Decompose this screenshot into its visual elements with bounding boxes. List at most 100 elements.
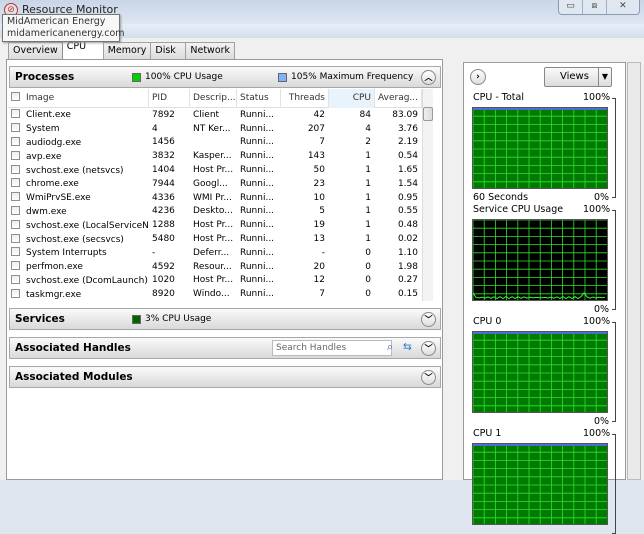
cell-threads: 12 — [313, 275, 325, 286]
row-checkbox[interactable] — [11, 123, 20, 133]
table-row[interactable]: svchost.exe (secsvcs) 5480 Host Pr... Runni… — [8, 232, 433, 246]
cell-description: Host Pr... — [193, 275, 234, 286]
cell-description: NT Ker... — [193, 123, 231, 134]
select-all-checkbox[interactable] — [11, 91, 20, 101]
row-checkbox[interactable] — [11, 261, 20, 271]
cell-cpu: 0 — [365, 247, 371, 258]
table-row[interactable]: avp.exe 3832 Kasper... Runni... 143 1 0.54 — [8, 149, 433, 163]
graph-title: CPU 1 — [473, 428, 502, 439]
graph-plot — [472, 443, 607, 526]
row-checkbox[interactable] — [11, 274, 20, 284]
table-row[interactable]: System Interrupts - Deferr... Runni... -0 1.1… — [8, 246, 433, 260]
collapse-chevron-icon[interactable]: ︿ — [421, 70, 436, 85]
table-row[interactable]: WmiPrvSE.exe 4336 WMI Pr... Runni... 10 1 0.95 — [8, 191, 433, 205]
processes-header[interactable]: Processes 100% CPU Usage 105% Maximum Fr… — [9, 66, 441, 88]
cell-pid: 1404 — [152, 165, 175, 176]
cell-status: Runni... — [240, 109, 275, 120]
maximize-button[interactable]: ⧈ — [583, 0, 607, 14]
cell-average-cpu: 1.65 — [397, 165, 418, 176]
search-handles-input[interactable]: Search Handles — [272, 340, 392, 356]
close-button[interactable]: ✕ — [607, 0, 639, 14]
services-header[interactable]: Services 3% CPU Usage ﹀ — [9, 308, 441, 330]
row-checkbox[interactable] — [11, 150, 20, 160]
dropdown-arrow-icon[interactable]: ▼ — [598, 68, 611, 86]
cell-pid: - — [152, 247, 156, 258]
cell-status: Runni... — [240, 206, 275, 217]
cell-cpu: 84 — [359, 109, 371, 120]
table-row[interactable]: taskmgr.exe 8920 Windo... Runni... 7 0 0.15 — [8, 287, 433, 301]
refresh-icon[interactable]: ⇆ — [403, 341, 412, 353]
views-label: Views — [560, 71, 589, 82]
row-checkbox[interactable] — [11, 136, 20, 146]
table-row[interactable]: chrome.exe 7944 Googl... Runni... 23 1 1.54 — [8, 177, 433, 191]
tab-disk[interactable]: Disk — [150, 42, 187, 59]
cell-image: audiodg.exe — [8, 136, 149, 148]
cell-status: Runni... — [240, 165, 275, 176]
scroll-thumb[interactable] — [423, 107, 433, 121]
table-row[interactable]: audiodg.exe 1456 Runni... 7 2 2.19 — [8, 136, 433, 150]
table-row[interactable]: Client.exe 7892 Client Runni... 42 84 83.09 — [8, 108, 433, 122]
row-checkbox[interactable] — [11, 178, 20, 188]
cell-average-cpu: 1.10 — [397, 247, 418, 258]
row-checkbox[interactable] — [11, 109, 20, 119]
cell-average-cpu: 0.55 — [397, 206, 418, 217]
row-checkbox[interactable] — [11, 164, 20, 174]
max-frequency-legend: 105% Maximum Frequency — [278, 72, 413, 82]
column-threads[interactable]: Threads — [281, 89, 329, 108]
row-checkbox[interactable] — [11, 219, 20, 229]
cell-description: Host Pr... — [193, 234, 234, 245]
table-row[interactable]: svchost.exe (netsvcs) 1404 Host Pr... Runni… — [8, 163, 433, 177]
tab-network[interactable]: Network — [185, 42, 236, 59]
expand-pane-button[interactable]: › — [470, 69, 486, 85]
processes-table: Image PID Descrip... Status Threads CPU … — [8, 89, 433, 301]
associated-modules-header[interactable]: Associated Modules ﹀ — [9, 366, 441, 388]
tab-cpu[interactable]: CPU — [61, 40, 104, 59]
expand-chevron-icon[interactable]: ﹀ — [421, 370, 436, 385]
views-dropdown[interactable]: Views ▼ — [544, 67, 612, 87]
table-row[interactable]: svchost.exe (DcomLaunch) 1020 Host Pr... Ru… — [8, 274, 433, 288]
tooltip: MidAmerican Energy midamericanenergy.com — [2, 14, 125, 42]
cell-cpu: 1 — [365, 165, 371, 176]
expand-chevron-icon[interactable]: ﹀ — [421, 341, 436, 356]
search-icon[interactable]: ⌕ — [387, 341, 393, 354]
tooltip-line: MidAmerican Energy — [7, 16, 106, 27]
minimize-button[interactable]: ▭ — [559, 0, 583, 14]
graph-title: Service CPU Usage — [473, 204, 564, 215]
expand-chevron-icon[interactable]: ﹀ — [421, 312, 436, 327]
row-checkbox[interactable] — [11, 233, 20, 243]
cell-average-cpu: 2.19 — [397, 137, 418, 148]
table-header: Image PID Descrip... Status Threads CPU … — [8, 89, 433, 108]
table-row[interactable]: svchost.exe (LocalServiceNet...1288 Host … — [8, 218, 433, 232]
row-checkbox[interactable] — [11, 247, 20, 257]
column-cpu[interactable]: CPU — [329, 89, 375, 108]
cell-description: Googl... — [193, 178, 228, 189]
table-row[interactable]: perfmon.exe 4592 Resour... Runni... 20 0 1.98 — [8, 260, 433, 274]
cell-pid: 7892 — [152, 109, 175, 120]
cell-status: Runni... — [240, 192, 275, 203]
column-image[interactable]: Image — [8, 89, 149, 108]
table-row[interactable]: System 4 NT Ker... Runni... 207 4 3.76 — [8, 122, 433, 136]
cell-status: Runni... — [240, 247, 275, 258]
tab-overview[interactable]: Overview — [8, 42, 63, 59]
graph-min-label: 0% — [594, 192, 610, 203]
row-checkbox[interactable] — [11, 192, 20, 202]
cell-pid: 4592 — [152, 261, 175, 272]
green-swatch — [132, 72, 141, 82]
graph-time-label: 60 Seconds — [473, 192, 529, 203]
tab-memory[interactable]: Memory — [102, 42, 152, 59]
cell-image: taskmgr.exe — [8, 288, 149, 300]
cell-average-cpu: 0.15 — [397, 289, 418, 300]
blue-swatch — [278, 72, 287, 82]
associated-handles-header[interactable]: Associated Handles Search Handles ⌕ ⇆ ﹀ — [9, 337, 441, 359]
column-status[interactable]: Status — [237, 89, 281, 108]
graph-min-label: 0% — [594, 416, 610, 427]
column-description[interactable]: Descrip... — [190, 89, 237, 108]
graphs-scrollbar[interactable] — [627, 62, 641, 480]
column-pid[interactable]: PID — [149, 89, 190, 108]
row-checkbox[interactable] — [11, 288, 20, 298]
table-row[interactable]: dwm.exe 4236 Deskto... Runni... 5 1 0.55 — [8, 205, 433, 219]
column-average-cpu[interactable]: Averag... — [375, 89, 422, 108]
cell-cpu: 1 — [365, 206, 371, 217]
cell-description: Host Pr... — [193, 220, 234, 231]
row-checkbox[interactable] — [11, 205, 20, 215]
